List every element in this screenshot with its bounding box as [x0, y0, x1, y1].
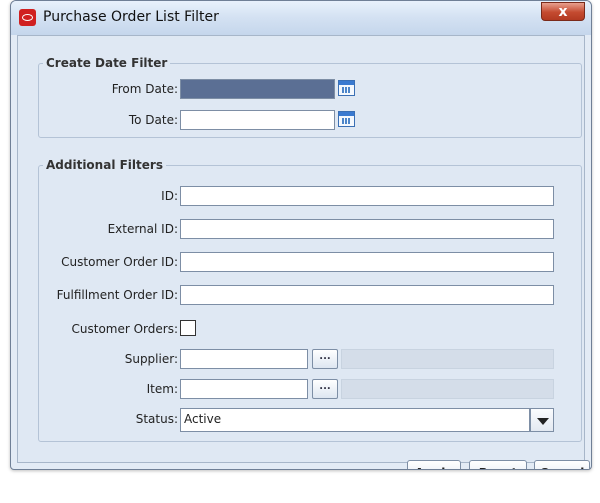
id-label: ID: [161, 189, 178, 203]
supplier-input[interactable] [180, 349, 308, 369]
to-date-input[interactable] [180, 110, 335, 130]
external-id-label: External ID: [107, 222, 178, 236]
external-id-input[interactable] [180, 219, 554, 239]
item-input[interactable] [180, 379, 308, 399]
reset-button[interactable]: Reset [469, 460, 527, 469]
customer-orders-checkbox[interactable] [180, 320, 196, 336]
apply-button[interactable]: Apply [407, 460, 461, 469]
to-date-label: To Date: [128, 113, 178, 127]
id-input[interactable] [180, 186, 554, 206]
from-date-calendar-icon[interactable] [338, 80, 355, 96]
chevron-down-icon[interactable] [530, 408, 554, 432]
supplier-label: Supplier: [124, 352, 178, 366]
oracle-logo-icon [19, 9, 36, 26]
window-title: Purchase Order List Filter [43, 9, 219, 25]
close-button[interactable]: x [541, 2, 585, 21]
dialog-window: Purchase Order List Filter x Create Date… [10, 0, 592, 470]
create-date-filter-legend: Create Date Filter [46, 56, 168, 70]
dialog-body: Create Date Filter From Date: To Date: A… [17, 35, 590, 469]
status-select[interactable]: Active [180, 408, 530, 432]
from-date-label: From Date: [111, 82, 178, 96]
customer-order-id-input[interactable] [180, 252, 554, 272]
fulfillment-order-id-input[interactable] [180, 285, 554, 305]
additional-filters-legend: Additional Filters [46, 158, 163, 172]
status-label: Status: [135, 412, 178, 426]
item-description-field [341, 379, 554, 399]
supplier-browse-button[interactable]: ... [312, 349, 338, 369]
supplier-description-field [341, 349, 554, 369]
customer-order-id-label: Customer Order ID: [61, 255, 178, 269]
cancel-button[interactable]: Cancel [534, 460, 590, 469]
from-date-input[interactable] [180, 79, 335, 99]
item-browse-button[interactable]: ... [312, 379, 338, 399]
customer-orders-label: Customer Orders: [71, 322, 179, 336]
fulfillment-order-id-label: Fulfillment Order ID: [56, 288, 178, 302]
item-label: Item: [146, 382, 178, 396]
to-date-calendar-icon[interactable] [338, 111, 355, 127]
title-bar[interactable]: Purchase Order List Filter x [11, 1, 591, 35]
